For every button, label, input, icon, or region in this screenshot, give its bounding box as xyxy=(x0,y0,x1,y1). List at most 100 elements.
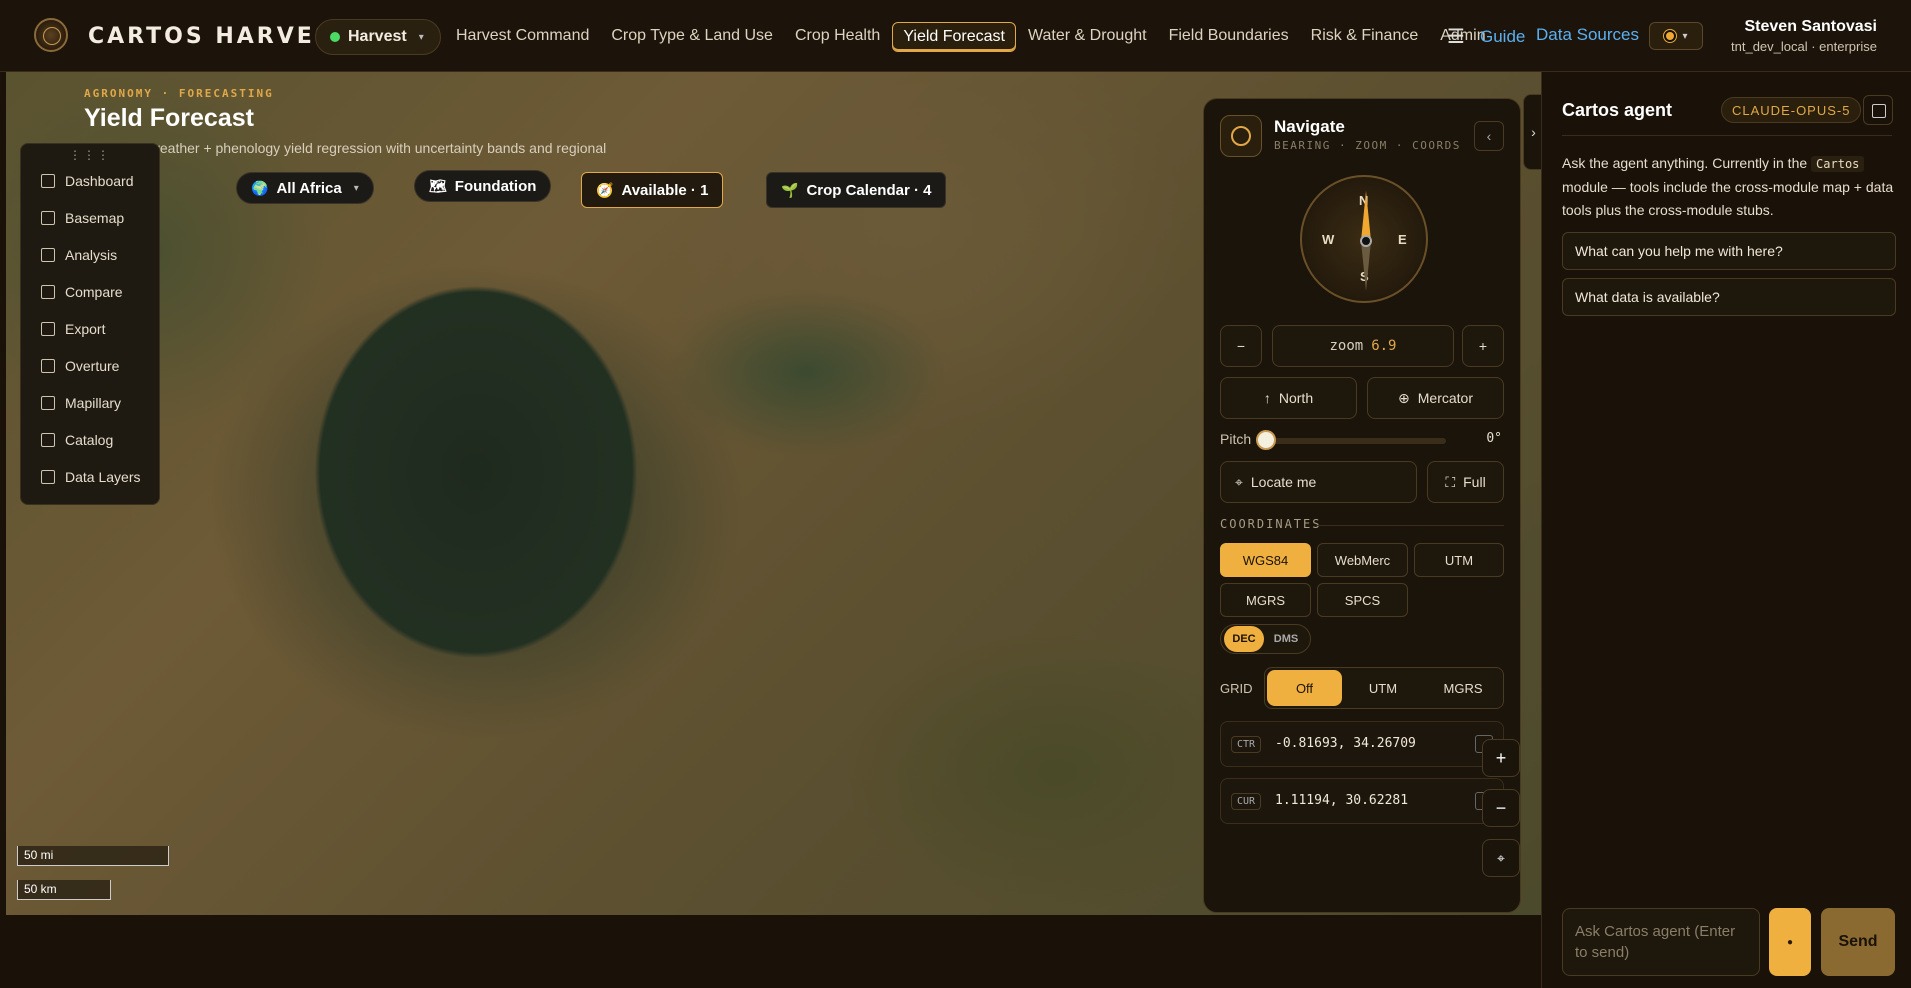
menu-icon[interactable]: ☰ xyxy=(1447,24,1465,49)
cur-value: 1.11194, 30.62281 xyxy=(1275,793,1409,808)
minus-icon: − xyxy=(1495,797,1507,818)
locate-me-button[interactable]: ⌖ Locate me xyxy=(1220,461,1417,503)
tool-basemap[interactable]: Basemap xyxy=(21,199,159,236)
chevron-right-icon: › xyxy=(1531,124,1536,140)
compass-needle-icon: ⌖ xyxy=(1497,849,1505,866)
scale-bar-km: 50 km xyxy=(17,880,111,900)
ctr-tag: CTR xyxy=(1231,736,1262,753)
module-selector[interactable]: Harvest ▾ xyxy=(315,19,441,55)
send-button[interactable]: Send xyxy=(1821,908,1895,976)
grid-off[interactable]: Off xyxy=(1267,670,1342,706)
zoom-out-button[interactable]: − xyxy=(1220,325,1262,367)
zoom-in-button[interactable]: + xyxy=(1462,325,1504,367)
map-zoom-out-button[interactable]: − xyxy=(1482,789,1520,827)
pitch-value: 0° xyxy=(1486,431,1502,446)
chart-icon xyxy=(41,247,55,262)
coord-wgs84[interactable]: WGS84 xyxy=(1220,543,1311,577)
scale-bar-miles: 50 mi xyxy=(17,846,169,866)
crop-calendar-chip[interactable]: 🌱 Crop Calendar · 4 xyxy=(766,172,947,208)
map-reset-bearing-button[interactable]: ⌖ xyxy=(1482,839,1520,877)
tool-label: Export xyxy=(65,320,106,337)
coord-spcs[interactable]: SPCS xyxy=(1317,583,1408,617)
coord-mgrs[interactable]: MGRS xyxy=(1220,583,1311,617)
expand-icon[interactable] xyxy=(1863,95,1893,125)
projection-label: Mercator xyxy=(1417,390,1473,406)
tool-overture[interactable]: Overture xyxy=(21,347,159,384)
user-name[interactable]: Steven Santovasi xyxy=(1745,18,1878,36)
map-toolbar: ⋮⋮⋮ Dashboard Basemap Analysis Compare E… xyxy=(20,143,160,505)
fullscreen-button[interactable]: ⛶ Full xyxy=(1427,461,1504,503)
module-code: Cartos xyxy=(1811,156,1865,172)
tool-data-layers[interactable]: Data Layers xyxy=(21,458,159,495)
model-badge[interactable]: CLAUDE-OPUS-5 xyxy=(1721,97,1862,123)
projection-button[interactable]: ⊕ Mercator xyxy=(1367,377,1504,419)
compass-rose[interactable]: N S E W xyxy=(1300,175,1428,303)
mic-icon[interactable]: ● xyxy=(1769,908,1811,976)
tool-label: Compare xyxy=(65,283,123,300)
tool-compare[interactable]: Compare xyxy=(21,273,159,310)
coord-webmerc[interactable]: WebMerc xyxy=(1317,543,1408,577)
coord-utm[interactable]: UTM xyxy=(1414,543,1504,577)
format-dec[interactable]: DEC xyxy=(1224,626,1264,652)
nav-risk-finance[interactable]: Risk & Finance xyxy=(1301,22,1429,52)
nav-harvest-command[interactable]: Harvest Command xyxy=(446,22,599,52)
cartos-logo[interactable] xyxy=(34,18,68,52)
suggestion-help[interactable]: What can you help me with here? xyxy=(1562,232,1896,270)
tool-export[interactable]: Export xyxy=(21,310,159,347)
tool-label: Data Layers xyxy=(65,468,141,485)
panel-title: Navigate xyxy=(1274,117,1345,136)
suggestion-data[interactable]: What data is available? xyxy=(1562,278,1896,316)
nav-field-boundaries[interactable]: Field Boundaries xyxy=(1159,22,1299,52)
intro-text-b: module — tools include the cross-module … xyxy=(1562,179,1894,218)
pitch-slider-handle[interactable] xyxy=(1256,430,1276,450)
grid-mgrs[interactable]: MGRS xyxy=(1424,670,1502,706)
theme-toggle[interactable]: ▾ xyxy=(1649,22,1703,50)
export-icon xyxy=(41,321,55,336)
guide-link[interactable]: Guide xyxy=(1480,27,1525,47)
foundation-chip[interactable]: 🗺 Foundation xyxy=(414,170,552,202)
chevron-down-icon: ▾ xyxy=(353,182,359,194)
nav-yield-forecast[interactable]: Yield Forecast xyxy=(892,22,1016,52)
location-pin-icon: ⌖ xyxy=(1235,473,1243,490)
agent-input[interactable]: Ask Cartos agent (Enter to send) xyxy=(1562,908,1760,976)
region-label: All Africa xyxy=(276,179,342,197)
north-button[interactable]: ↑ North xyxy=(1220,377,1357,419)
pitch-slider[interactable] xyxy=(1266,438,1446,444)
grid-icon xyxy=(41,358,55,373)
tool-label: Analysis xyxy=(65,246,118,263)
map-book-icon: 🗺 xyxy=(429,177,447,194)
compass-icon xyxy=(1220,115,1262,157)
tool-catalog[interactable]: Catalog xyxy=(21,421,159,458)
status-dot-icon xyxy=(330,32,340,42)
region-selector[interactable]: 🌍 All Africa ▾ xyxy=(236,172,374,204)
data-sources-link[interactable]: Data Sources xyxy=(1536,25,1639,45)
agent-collapse-tab[interactable]: › xyxy=(1523,94,1543,170)
available-chip[interactable]: 🧭 Available · 1 xyxy=(581,172,724,208)
navigate-panel: Navigate BEARING · ZOOM · COORDS ‹ N S E… xyxy=(1203,98,1521,913)
nav-crop-health[interactable]: Crop Health xyxy=(785,22,890,52)
map-zoom-in-button[interactable]: + xyxy=(1482,739,1520,777)
tool-dashboard[interactable]: Dashboard xyxy=(21,162,159,199)
zoom-value: 6.9 xyxy=(1371,338,1397,354)
tool-mapillary[interactable]: Mapillary xyxy=(21,384,159,421)
arrow-up-icon: ↑ xyxy=(1263,390,1271,406)
tool-label: Overture xyxy=(65,357,120,374)
format-dms[interactable]: DMS xyxy=(1266,626,1306,652)
intro-text-a: Ask the agent anything. Currently in the xyxy=(1562,155,1808,171)
user-tenant: tnt_dev_local · enterprise xyxy=(1731,39,1877,54)
pitch-label: Pitch xyxy=(1220,431,1252,447)
nav-water-drought[interactable]: Water & Drought xyxy=(1018,22,1157,52)
breadcrumb: AGRONOMY · FORECASTING xyxy=(84,87,274,100)
tool-label: Catalog xyxy=(65,431,114,448)
chevron-down-icon: ▾ xyxy=(1682,30,1688,42)
chevron-down-icon: ▾ xyxy=(418,31,424,43)
grid-utm[interactable]: UTM xyxy=(1344,670,1422,706)
compass-w: W xyxy=(1322,232,1335,247)
tool-analysis[interactable]: Analysis xyxy=(21,236,159,273)
chevron-left-icon[interactable]: ‹ xyxy=(1474,121,1504,151)
drag-handle-icon[interactable]: ⋮⋮⋮ xyxy=(21,148,159,162)
nav-crop-type[interactable]: Crop Type & Land Use xyxy=(601,22,783,52)
compass-e: E xyxy=(1398,232,1407,247)
coordinates-heading: COORDINATES xyxy=(1220,517,1322,531)
zoom-label: zoom xyxy=(1329,338,1364,354)
